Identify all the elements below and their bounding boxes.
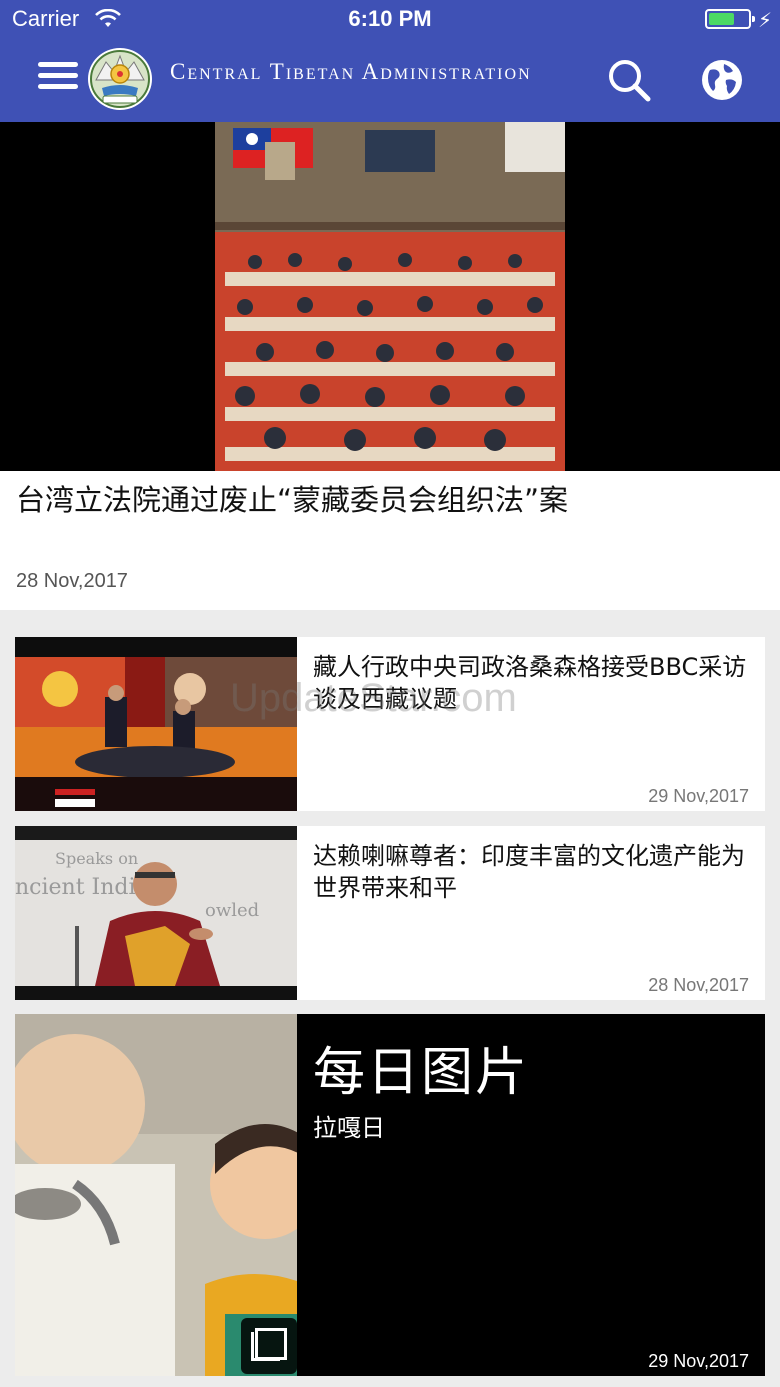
- article-card[interactable]: 藏人行政中央司政洛桑森格接受BBC采访谈及西藏议题 29 Nov,2017: [15, 637, 765, 811]
- featured-image: [0, 122, 780, 471]
- article-date: 29 Nov,2017: [648, 786, 749, 806]
- globe-icon[interactable]: [700, 58, 744, 102]
- charging-icon: ⚡: [758, 8, 773, 32]
- article-date: 28 Nov,2017: [648, 975, 749, 995]
- svg-text:ncient India: ncient India: [15, 875, 149, 900]
- watermark: UpdateStar.com: [230, 676, 517, 720]
- clock: 6:10 PM: [348, 6, 432, 31]
- app-title: Central Tibetan Administration: [170, 59, 532, 84]
- cta-emblem-logo: [88, 48, 152, 110]
- app-screen: Carrier 6:10 PM ⚡ Central Tibetan Admini…: [0, 0, 780, 1387]
- search-icon[interactable]: [606, 58, 652, 102]
- photo-caption: 拉嘎日: [313, 1114, 385, 1142]
- photo-thumbnail: [15, 1014, 297, 1376]
- photo-date: 29 Nov,2017: [648, 1351, 749, 1371]
- article-thumbnail: [15, 637, 297, 811]
- article-thumbnail: Speaks on ncient India owled: [15, 826, 297, 1000]
- status-bar: Carrier 6:10 PM ⚡: [0, 0, 780, 40]
- top-bar: Carrier 6:10 PM ⚡ Central Tibetan Admini…: [0, 0, 780, 122]
- photo-of-the-day-card[interactable]: 每日图片 拉嘎日 29 Nov,2017: [15, 1014, 765, 1376]
- hamburger-icon: [38, 62, 78, 67]
- photo-of-the-day-heading: 每日图片: [313, 1043, 530, 1103]
- article-card[interactable]: Speaks on ncient India owled 达赖喇嘛尊者：印度丰富…: [15, 826, 765, 1000]
- menu-button[interactable]: [38, 62, 78, 94]
- featured-date: 28 Nov,2017: [16, 570, 128, 592]
- featured-article[interactable]: 台湾立法院通过废止“蒙藏委员会组织法”案 28 Nov,2017: [0, 122, 780, 610]
- battery-icon: [705, 9, 755, 29]
- article-title: 达赖喇嘛尊者：印度丰富的文化遗产能为世界带来和平: [313, 842, 745, 902]
- gallery-icon: [241, 1318, 297, 1374]
- featured-title: 台湾立法院通过废止“蒙藏委员会组织法”案: [16, 483, 569, 517]
- legislature-photo: [215, 122, 565, 471]
- svg-text:Speaks on: Speaks on: [55, 849, 138, 868]
- svg-text:owled: owled: [205, 900, 259, 921]
